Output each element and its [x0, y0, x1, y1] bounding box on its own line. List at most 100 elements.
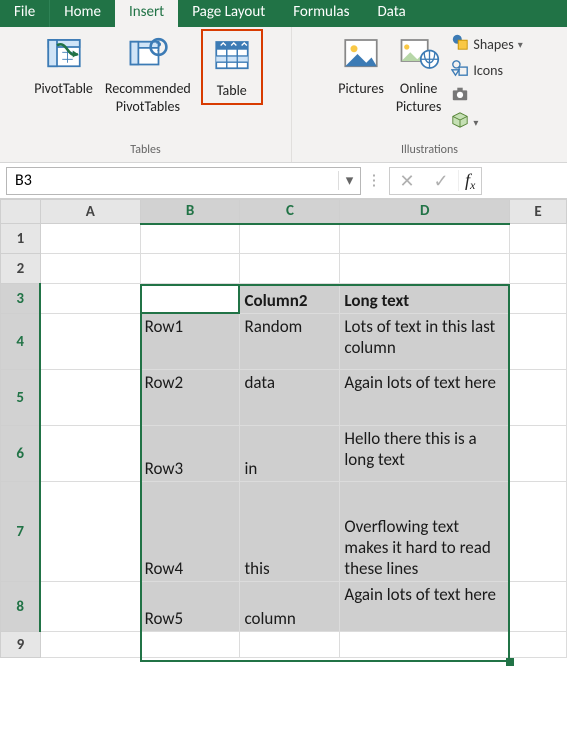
name-box[interactable]: ▾ — [6, 167, 361, 195]
screenshot-button[interactable] — [451, 85, 522, 107]
spreadsheet-grid[interactable]: A B C D E 1 2 3 Column1Column2Long text 4… — [0, 199, 567, 658]
row-header-5[interactable]: 5 — [1, 370, 41, 426]
col-header-a[interactable]: A — [40, 200, 140, 224]
col-header-b[interactable]: B — [140, 200, 240, 224]
formula-bar-row: ▾ ⋮ ✕ ✓ fx — [0, 163, 567, 199]
pivottable-button[interactable]: PivotTable — [28, 29, 99, 99]
cell-e5[interactable] — [510, 370, 567, 426]
cell-e8[interactable] — [510, 582, 567, 632]
cell-a5[interactable] — [40, 370, 140, 426]
pictures-icon — [340, 33, 382, 79]
tab-data[interactable]: Data — [363, 0, 419, 27]
cell-d7[interactable]: Overflowing text makes it hard to read t… — [340, 482, 510, 582]
recommended-pivottables-button[interactable]: ? Recommended PivotTables — [99, 29, 197, 117]
tab-home[interactable]: Home — [50, 0, 115, 27]
table-icon — [211, 35, 253, 81]
cancel-formula-button[interactable]: ✕ — [390, 170, 424, 192]
cell-d3[interactable]: Long text — [340, 284, 510, 314]
cell-d8[interactable]: Again lots of text here — [340, 582, 510, 632]
shapes-label: Shapes — [473, 36, 513, 53]
icons-button[interactable]: Icons — [451, 59, 522, 81]
cell-a7[interactable] — [40, 482, 140, 582]
cell-a3[interactable] — [40, 284, 140, 314]
cell-d6[interactable]: Hello there this is a long text — [340, 426, 510, 482]
select-all-corner[interactable] — [1, 200, 41, 224]
cell-e6[interactable] — [510, 426, 567, 482]
ribbon-group-illustrations: Pictures Online Pictures Shapes ▾ Icons — [292, 27, 567, 162]
shapes-icon — [451, 33, 469, 55]
cell-e2[interactable] — [510, 254, 567, 284]
cell-a4[interactable] — [40, 314, 140, 370]
cell-a6[interactable] — [40, 426, 140, 482]
cell-c4[interactable]: Random — [240, 314, 340, 370]
cell-b4[interactable]: Row1 — [140, 314, 240, 370]
expand-formula-bar-icon[interactable]: ⋮ — [361, 171, 387, 190]
cell-c9[interactable] — [240, 632, 340, 658]
cell-d9[interactable] — [340, 632, 510, 658]
formula-bar-buttons: ✕ ✓ fx — [389, 167, 482, 195]
3d-models-button[interactable]: ▾ — [451, 111, 522, 133]
table-button[interactable]: Table — [201, 29, 263, 105]
online-pictures-label-1: Online — [400, 81, 437, 97]
cell-b7[interactable]: Row4 — [140, 482, 240, 582]
cell-a9[interactable] — [40, 632, 140, 658]
col-header-e[interactable]: E — [510, 200, 567, 224]
tab-formulas[interactable]: Formulas — [279, 0, 363, 27]
fill-handle[interactable] — [506, 658, 514, 666]
row-header-9[interactable]: 9 — [1, 632, 41, 658]
cell-a1[interactable] — [40, 224, 140, 254]
row-header-8[interactable]: 8 — [1, 582, 41, 632]
dropdown-caret-icon: ▾ — [473, 116, 478, 129]
svg-text:?: ? — [155, 39, 161, 55]
name-box-dropdown-button[interactable]: ▾ — [338, 171, 360, 190]
cell-a2[interactable] — [40, 254, 140, 284]
tab-insert[interactable]: Insert — [115, 0, 178, 27]
recommended-pivottables-label-1: Recommended — [105, 81, 191, 97]
cell-c8[interactable]: column — [240, 582, 340, 632]
cell-b2[interactable] — [140, 254, 240, 284]
cell-e4[interactable] — [510, 314, 567, 370]
cell-b8[interactable]: Row5 — [140, 582, 240, 632]
row-header-4[interactable]: 4 — [1, 314, 41, 370]
cell-b9[interactable] — [140, 632, 240, 658]
cell-d1[interactable] — [340, 224, 510, 254]
cell-d5[interactable]: Again lots of text here — [340, 370, 510, 426]
col-header-d[interactable]: D — [340, 200, 510, 224]
cell-b1[interactable] — [140, 224, 240, 254]
online-pictures-icon — [398, 33, 440, 79]
cell-c1[interactable] — [240, 224, 340, 254]
cell-d4[interactable]: Lots of text in this last column — [340, 314, 510, 370]
cell-e1[interactable] — [510, 224, 567, 254]
row-header-6[interactable]: 6 — [1, 426, 41, 482]
cell-e9[interactable] — [510, 632, 567, 658]
row-header-1[interactable]: 1 — [1, 224, 41, 254]
cell-c7[interactable]: this — [240, 482, 340, 582]
online-pictures-button[interactable]: Online Pictures — [390, 29, 448, 117]
cell-a8[interactable] — [40, 582, 140, 632]
cell-b3[interactable]: Column1 — [140, 284, 240, 314]
tab-page-layout[interactable]: Page Layout — [178, 0, 279, 27]
shapes-button[interactable]: Shapes ▾ — [451, 33, 522, 55]
cell-b6[interactable]: Row3 — [140, 426, 240, 482]
cell-c5[interactable]: data — [240, 370, 340, 426]
row-header-2[interactable]: 2 — [1, 254, 41, 284]
tab-file[interactable]: File — [0, 0, 50, 27]
pictures-button[interactable]: Pictures — [332, 29, 390, 99]
cell-c2[interactable] — [240, 254, 340, 284]
cell-b5[interactable]: Row2 — [140, 370, 240, 426]
cell-e3[interactable] — [510, 284, 567, 314]
cell-c3[interactable]: Column2 — [240, 284, 340, 314]
pivottable-label: PivotTable — [34, 81, 93, 97]
icons-icon — [451, 59, 469, 81]
ribbon-group-illustrations-label: Illustrations — [401, 143, 458, 160]
row-header-7[interactable]: 7 — [1, 482, 41, 582]
insert-function-button[interactable]: fx — [458, 170, 481, 191]
cell-d2[interactable] — [340, 254, 510, 284]
confirm-formula-button[interactable]: ✓ — [424, 170, 458, 192]
pictures-label: Pictures — [338, 81, 384, 97]
col-header-c[interactable]: C — [240, 200, 340, 224]
cell-c6[interactable]: in — [240, 426, 340, 482]
name-box-input[interactable] — [7, 169, 338, 192]
cell-e7[interactable] — [510, 482, 567, 582]
row-header-3[interactable]: 3 — [1, 284, 41, 314]
